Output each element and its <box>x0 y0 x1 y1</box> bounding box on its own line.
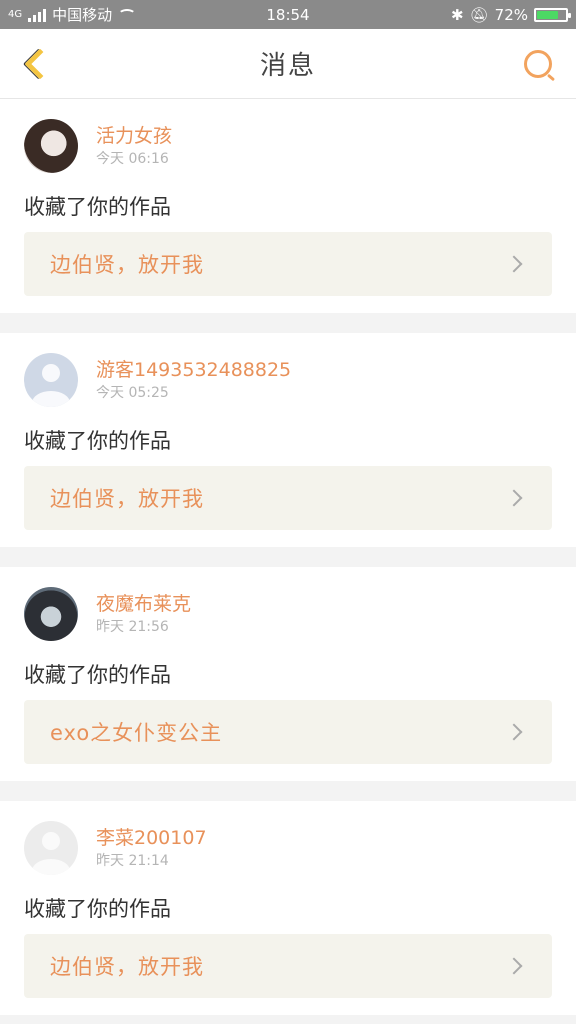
work-link[interactable]: 边伯贤，放开我 <box>24 934 552 998</box>
search-button[interactable] <box>522 48 554 80</box>
carrier-name: 中国移动 <box>52 6 113 24</box>
username[interactable]: 活力女孩 <box>96 124 172 148</box>
notification-action: 收藏了你的作品 <box>24 429 171 453</box>
notification-action: 收藏了你的作品 <box>24 663 171 687</box>
network-type: 4G <box>8 9 23 20</box>
default-avatar-head <box>42 832 60 850</box>
user-meta: 李菜200107 昨天 21:14 <box>96 826 207 870</box>
wifi-icon <box>118 8 137 21</box>
notification-action: 收藏了你的作品 <box>24 195 171 219</box>
back-button[interactable] <box>16 44 56 84</box>
notification-card: 游客1493532488825 今天 05:25 收藏了你的作品 边伯贤，放开我 <box>0 333 576 547</box>
avatar[interactable] <box>24 119 78 173</box>
notification-action: 收藏了你的作品 <box>24 897 171 921</box>
default-avatar-body <box>32 391 70 407</box>
page-title: 消息 <box>259 51 316 81</box>
chevron-right-icon <box>505 255 523 273</box>
notification-card: 夜魔布莱克 昨天 21:56 收藏了你的作品 exo之女仆变公主 <box>0 567 576 781</box>
username[interactable]: 夜魔布莱克 <box>96 592 191 616</box>
chevron-right-icon <box>505 957 523 975</box>
notification-time: 昨天 21:56 <box>96 619 169 635</box>
work-title: 边伯贤，放开我 <box>50 955 204 979</box>
user-meta: 游客1493532488825 今天 05:25 <box>96 358 291 402</box>
work-title: 边伯贤，放开我 <box>50 253 204 277</box>
notification-list[interactable]: 活力女孩 今天 06:16 收藏了你的作品 边伯贤，放开我 游客14935324… <box>0 99 576 1024</box>
bell-off-icon: 🔕︎ <box>469 5 489 24</box>
work-link[interactable]: exo之女仆变公主 <box>24 700 552 764</box>
app-header: 消息 <box>0 29 576 99</box>
username[interactable]: 李菜200107 <box>96 826 207 850</box>
status-right: ✱ 🔕︎ 72% <box>451 5 571 24</box>
work-title: exo之女仆变公主 <box>50 721 223 745</box>
user-meta: 夜魔布莱克 昨天 21:56 <box>96 592 191 636</box>
status-left: 4G 中国移动 <box>8 4 137 25</box>
chevron-right-icon <box>505 489 523 507</box>
user-meta: 活力女孩 今天 06:16 <box>96 124 172 168</box>
chevron-left-icon <box>24 48 56 80</box>
battery-icon <box>534 7 571 22</box>
avatar[interactable] <box>24 821 78 875</box>
avatar[interactable] <box>24 587 78 641</box>
battery-percent: 72% <box>494 5 528 24</box>
username[interactable]: 游客1493532488825 <box>96 358 291 382</box>
default-avatar-head <box>42 364 60 382</box>
bluetooth-icon: ✱ <box>451 5 464 24</box>
notification-card: 活力女孩 今天 06:16 收藏了你的作品 边伯贤，放开我 <box>0 99 576 313</box>
notification-user[interactable]: 游客1493532488825 今天 05:25 <box>24 353 291 407</box>
avatar[interactable] <box>24 353 78 407</box>
notification-user[interactable]: 夜魔布莱克 昨天 21:56 <box>24 587 191 641</box>
notification-user[interactable]: 李菜200107 昨天 21:14 <box>24 821 207 875</box>
work-title: 边伯贤，放开我 <box>50 487 204 511</box>
notification-time: 昨天 21:14 <box>96 853 169 869</box>
search-icon <box>524 50 552 78</box>
status-bar: 4G 中国移动 18:54 ✱ 🔕︎ 72% <box>0 0 576 29</box>
notification-card: 李菜200107 昨天 21:14 收藏了你的作品 边伯贤，放开我 <box>0 801 576 1015</box>
chevron-right-icon <box>505 723 523 741</box>
notification-time: 今天 06:16 <box>96 151 169 167</box>
notification-time: 今天 05:25 <box>96 385 169 401</box>
notification-user[interactable]: 活力女孩 今天 06:16 <box>24 119 172 173</box>
signal-icon <box>28 8 47 22</box>
work-link[interactable]: 边伯贤，放开我 <box>24 466 552 530</box>
work-link[interactable]: 边伯贤，放开我 <box>24 232 552 296</box>
default-avatar-body <box>32 859 70 875</box>
